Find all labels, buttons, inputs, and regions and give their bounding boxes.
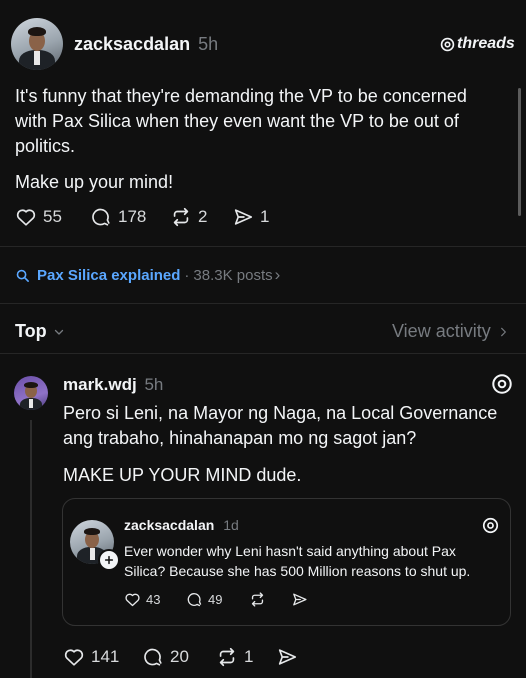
quote-header: zacksacdalan 1d	[124, 517, 239, 533]
chevron-down-icon	[54, 329, 63, 335]
quote-body-line: Silica? Because she has 500 Million reas…	[124, 563, 471, 579]
quote-like-button[interactable]: 43	[124, 591, 160, 608]
quote-repost-button[interactable]	[249, 591, 266, 608]
heart-icon	[125, 593, 140, 607]
search-icon	[16, 269, 29, 282]
repost-icon	[219, 647, 235, 667]
reply-author-avatar[interactable]	[14, 376, 48, 410]
reply-repost-count: 1	[244, 647, 254, 666]
post-share-button[interactable]: 1	[232, 206, 269, 228]
reply-body-line: MAKE UP YOUR MIND dude.	[63, 465, 302, 485]
post-repost-button[interactable]: 2	[170, 206, 207, 228]
reply-body: Pero si Leni, na Mayor ng Naga, na Local…	[63, 401, 497, 488]
reply-username[interactable]: mark.wdj	[63, 375, 137, 394]
post-reply-count: 178	[118, 207, 147, 226]
reply-body-line: Pero si Leni, na Mayor ng Naga, na Local…	[63, 403, 498, 423]
post-body-line: Make up your mind!	[15, 172, 174, 192]
view-activity-label: View activity	[392, 321, 491, 341]
post-body-line: with Pax Silica when they even want the …	[15, 111, 459, 131]
sort-dropdown[interactable]: Top	[15, 321, 65, 342]
reply-reply-button[interactable]: 20	[142, 646, 189, 668]
thread-line	[30, 420, 32, 678]
reply-like-button[interactable]: 141	[63, 646, 119, 668]
post-body-line: politics.	[15, 136, 76, 156]
send-icon	[278, 649, 297, 665]
scrollbar-thumb[interactable]	[518, 88, 521, 216]
post-header: zacksacdalan 5h	[74, 34, 218, 55]
view-activity-link[interactable]: View activity	[392, 321, 509, 342]
topic-label[interactable]: Pax Silica explained	[37, 267, 180, 284]
topic-link[interactable]: Pax Silica explained · 38.3K posts ›	[15, 265, 280, 285]
chevron-right-icon: ›	[274, 265, 281, 284]
comment-icon	[92, 208, 110, 226]
reply-like-count: 141	[91, 647, 120, 666]
threads-logo-icon[interactable]	[491, 373, 513, 395]
reply-timestamp: 5h	[144, 375, 164, 394]
post-reply-button[interactable]: 178	[90, 206, 146, 228]
post-like-button[interactable]: 55	[15, 206, 62, 228]
divider	[0, 246, 526, 247]
follow-button[interactable]	[98, 549, 120, 571]
quote-reply-button[interactable]: 49	[186, 591, 222, 608]
chevron-right-icon	[500, 327, 506, 336]
quote-share-button[interactable]	[291, 591, 308, 608]
send-icon	[234, 209, 253, 225]
threads-logo-icon[interactable]	[482, 517, 499, 534]
reply-reply-count: 20	[170, 647, 189, 666]
topic-separator: ·	[184, 266, 190, 284]
quote-body: Ever wonder why Leni hasn't said anythin…	[124, 541, 470, 581]
post-like-count: 55	[43, 207, 62, 226]
sort-label: Top	[15, 321, 47, 341]
send-icon	[293, 593, 307, 606]
quote-timestamp: 1d	[223, 517, 239, 533]
post-body-line: It's funny that they're demanding the VP…	[15, 86, 467, 106]
post-username[interactable]: zacksacdalan	[74, 34, 190, 54]
comment-icon	[144, 648, 162, 666]
reply-body-line: ang trabaho, hinahanapan mo ng sagot jan…	[63, 428, 417, 448]
plus-icon	[104, 555, 114, 565]
repost-icon	[251, 592, 264, 607]
threads-logo-icon	[440, 37, 455, 51]
post-repost-count: 2	[198, 207, 208, 226]
threads-brand[interactable]: threads	[440, 35, 515, 53]
threads-wordmark: threads	[457, 35, 515, 52]
post-timestamp: 5h	[198, 34, 219, 54]
post-body: It's funny that they're demanding the VP…	[15, 84, 467, 195]
post-author-avatar[interactable]	[11, 18, 63, 70]
repost-icon	[173, 207, 189, 227]
quote-username[interactable]: zacksacdalan	[124, 517, 214, 533]
reply-repost-button[interactable]: 1	[216, 646, 253, 668]
divider	[0, 303, 526, 304]
post-share-count: 1	[260, 207, 270, 226]
quote-like-count: 43	[146, 592, 161, 607]
comment-icon	[187, 593, 202, 607]
heart-icon	[16, 209, 36, 226]
quote-reply-count: 49	[208, 592, 223, 607]
topic-post-count: 38.3K posts	[193, 266, 273, 284]
heart-icon	[64, 649, 84, 666]
reply-header: mark.wdj 5h	[63, 375, 163, 395]
quote-body-line: Ever wonder why Leni hasn't said anythin…	[124, 543, 456, 559]
divider	[0, 353, 526, 354]
reply-share-button[interactable]	[276, 646, 298, 668]
